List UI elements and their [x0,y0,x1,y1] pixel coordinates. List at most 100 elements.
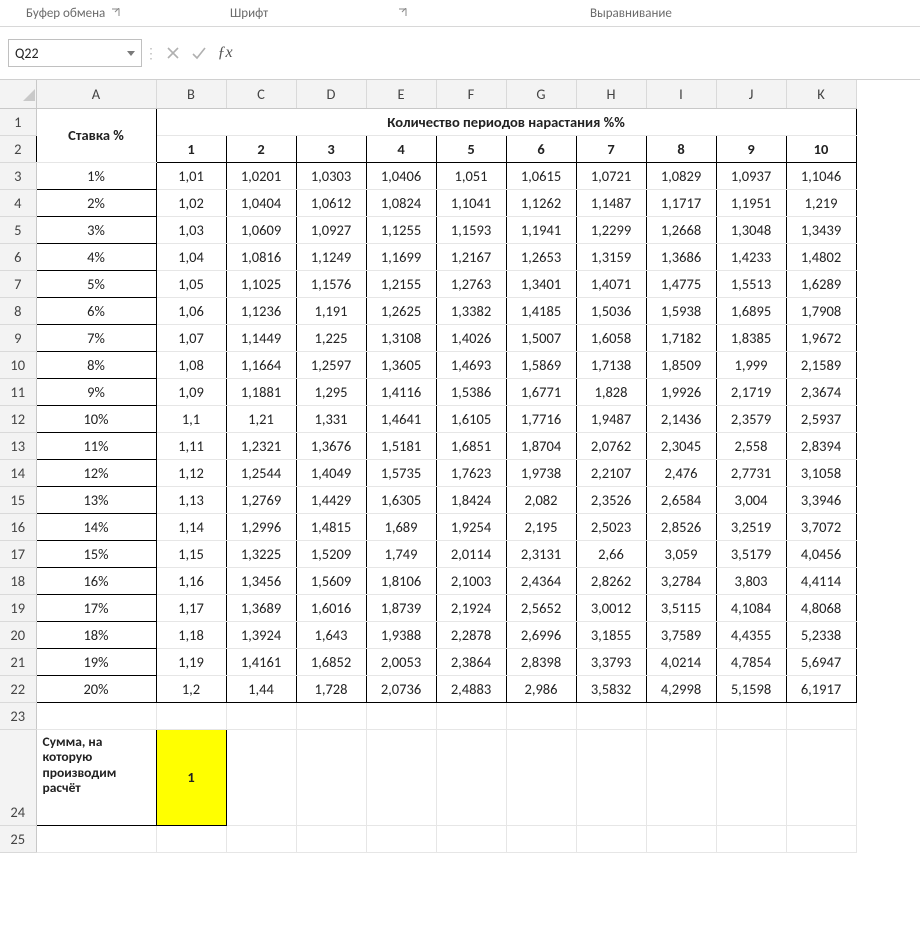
data-cell[interactable]: 4,8068 [786,594,856,621]
data-cell[interactable]: 1,8106 [366,567,436,594]
data-cell[interactable]: 1,3382 [436,297,506,324]
data-cell[interactable]: 1,1041 [436,189,506,216]
data-cell[interactable]: 1,2544 [226,459,296,486]
data-cell[interactable]: 1,219 [786,189,856,216]
cell[interactable] [716,729,786,825]
sum-label[interactable]: Сумма, на которую производим расчёт [36,729,156,825]
data-cell[interactable]: 1,2625 [366,297,436,324]
data-cell[interactable]: 2,3526 [576,486,646,513]
data-cell[interactable]: 3,7072 [786,513,856,540]
data-cell[interactable]: 2,2107 [576,459,646,486]
data-cell[interactable]: 1,0612 [296,189,366,216]
rate-cell[interactable]: 15% [36,540,156,567]
col-header[interactable]: D [296,80,366,108]
data-cell[interactable]: 1,1236 [226,297,296,324]
row-header[interactable]: 13 [0,432,36,459]
data-cell[interactable]: 1,5735 [366,459,436,486]
data-cell[interactable]: 3,7589 [646,621,716,648]
data-cell[interactable]: 1,8739 [366,594,436,621]
col-header[interactable]: F [436,80,506,108]
row-header[interactable]: 4 [0,189,36,216]
formula-input[interactable] [238,40,912,66]
data-cell[interactable]: 3,5832 [576,675,646,702]
data-cell[interactable]: 1,4185 [506,297,576,324]
data-cell[interactable]: 1,8704 [506,432,576,459]
data-cell[interactable]: 1,2996 [226,513,296,540]
period-header[interactable]: 1 [156,135,226,162]
data-cell[interactable]: 1,643 [296,621,366,648]
data-cell[interactable]: 3,5115 [646,594,716,621]
sum-value[interactable]: 1 [156,729,226,825]
data-cell[interactable]: 1,4233 [716,243,786,270]
data-cell[interactable]: 1,0303 [296,162,366,189]
cell[interactable] [786,702,856,729]
data-cell[interactable]: 4,7854 [716,648,786,675]
period-header[interactable]: 8 [646,135,716,162]
data-cell[interactable]: 1,3159 [576,243,646,270]
data-cell[interactable]: 1,5036 [576,297,646,324]
data-cell[interactable]: 5,6947 [786,648,856,675]
row-header[interactable]: 9 [0,324,36,351]
rate-cell[interactable]: 4% [36,243,156,270]
chevron-down-icon[interactable] [127,51,135,56]
data-cell[interactable]: 1,4693 [436,351,506,378]
period-header[interactable]: 5 [436,135,506,162]
data-cell[interactable]: 2,558 [716,432,786,459]
data-cell[interactable]: 4,1084 [716,594,786,621]
rate-cell[interactable]: 19% [36,648,156,675]
data-cell[interactable]: 2,476 [646,459,716,486]
row-header[interactable]: 11 [0,378,36,405]
data-cell[interactable]: 1,9926 [646,378,716,405]
row-header[interactable]: 3 [0,162,36,189]
rate-cell[interactable]: 18% [36,621,156,648]
row-header[interactable]: 17 [0,540,36,567]
data-cell[interactable]: 1,2763 [436,270,506,297]
data-cell[interactable]: 1,999 [716,351,786,378]
data-cell[interactable]: 1,21 [226,405,296,432]
data-cell[interactable]: 2,4883 [436,675,506,702]
data-cell[interactable]: 1,2155 [366,270,436,297]
data-cell[interactable]: 2,8526 [646,513,716,540]
data-cell[interactable]: 2,3045 [646,432,716,459]
data-cell[interactable]: 1,1046 [786,162,856,189]
enter-icon[interactable] [186,40,212,66]
data-cell[interactable]: 1,3108 [366,324,436,351]
data-cell[interactable]: 1,2321 [226,432,296,459]
data-cell[interactable]: 2,3131 [506,540,576,567]
row-header[interactable]: 18 [0,567,36,594]
row-header[interactable]: 6 [0,243,36,270]
data-cell[interactable]: 1,14 [156,513,226,540]
row-header[interactable]: 23 [0,702,36,729]
data-cell[interactable]: 1,6105 [436,405,506,432]
rate-cell[interactable]: 5% [36,270,156,297]
data-cell[interactable]: 2,3579 [716,405,786,432]
data-cell[interactable]: 1,1664 [226,351,296,378]
data-cell[interactable]: 1,3401 [506,270,576,297]
data-cell[interactable]: 2,5023 [576,513,646,540]
cell[interactable] [646,702,716,729]
data-cell[interactable]: 1,4026 [436,324,506,351]
row-header[interactable]: 19 [0,594,36,621]
data-cell[interactable]: 1,2668 [646,216,716,243]
data-cell[interactable]: 2,8262 [576,567,646,594]
col-header[interactable]: I [646,80,716,108]
cancel-icon[interactable] [160,40,186,66]
data-cell[interactable]: 1,17 [156,594,226,621]
data-cell[interactable]: 1,02 [156,189,226,216]
data-cell[interactable]: 1,8509 [646,351,716,378]
cell[interactable] [156,825,226,852]
data-cell[interactable]: 3,3793 [576,648,646,675]
cell[interactable] [156,702,226,729]
cell[interactable] [786,825,856,852]
data-cell[interactable]: 1,15 [156,540,226,567]
data-cell[interactable]: 1,1717 [646,189,716,216]
data-cell[interactable]: 2,5937 [786,405,856,432]
data-cell[interactable]: 1,4815 [296,513,366,540]
cell[interactable] [506,825,576,852]
data-cell[interactable]: 1,9738 [506,459,576,486]
data-cell[interactable]: 1,2299 [576,216,646,243]
data-cell[interactable]: 1,051 [436,162,506,189]
cell[interactable] [36,702,156,729]
data-cell[interactable]: 1,1449 [226,324,296,351]
cell[interactable] [366,702,436,729]
